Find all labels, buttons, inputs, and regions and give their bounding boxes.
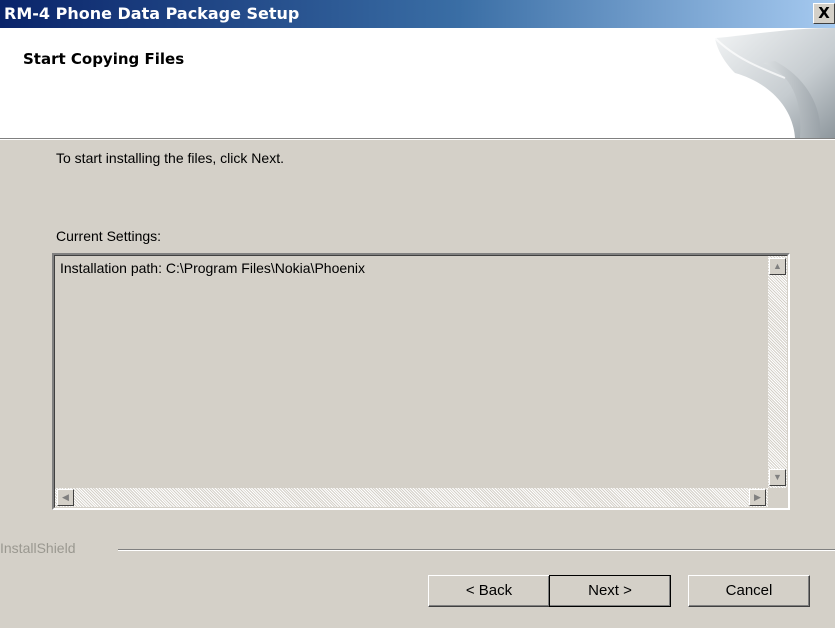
installshield-swirl-icon (714, 28, 835, 138)
scrollbar-corner (768, 488, 787, 507)
scroll-right-button[interactable]: ▶ (749, 489, 766, 506)
arrow-down-icon: ▼ (773, 472, 782, 482)
footer-divider (118, 549, 835, 551)
vertical-scrollbar[interactable]: ▲ ▼ (768, 256, 787, 488)
title-bar[interactable]: RM-4 Phone Data Package Setup X (0, 0, 835, 28)
scroll-up-button[interactable]: ▲ (769, 258, 786, 275)
close-button[interactable]: X (813, 3, 835, 24)
scroll-down-button[interactable]: ▼ (769, 469, 786, 486)
current-settings-label: Current Settings: (56, 228, 162, 244)
installshield-label: InstallShield (0, 540, 76, 556)
arrow-left-icon: ◀ (62, 492, 69, 502)
arrow-up-icon: ▲ (773, 261, 782, 271)
close-icon: X (818, 4, 830, 22)
horizontal-scrollbar[interactable]: ◀ ▶ (55, 488, 768, 507)
window-title: RM-4 Phone Data Package Setup (4, 4, 300, 23)
arrow-right-icon: ▶ (754, 492, 761, 502)
setup-dialog: RM-4 Phone Data Package Setup X Start Co… (0, 0, 835, 628)
header-divider (0, 138, 835, 140)
installation-path-text: Installation path: C:\Program Files\Noki… (60, 260, 366, 276)
back-button[interactable]: < Back (428, 575, 550, 607)
textbox-frame: Installation path: C:\Program Files\Noki… (54, 255, 788, 508)
current-settings-textbox[interactable]: Installation path: C:\Program Files\Noki… (52, 253, 790, 510)
header-panel: Start Copying Files (0, 28, 835, 138)
page-title: Start Copying Files (23, 50, 185, 68)
next-button[interactable]: Next > (549, 575, 671, 607)
cancel-button[interactable]: Cancel (688, 575, 810, 607)
scroll-left-button[interactable]: ◀ (57, 489, 74, 506)
instruction-text: To start installing the files, click Nex… (56, 150, 284, 166)
